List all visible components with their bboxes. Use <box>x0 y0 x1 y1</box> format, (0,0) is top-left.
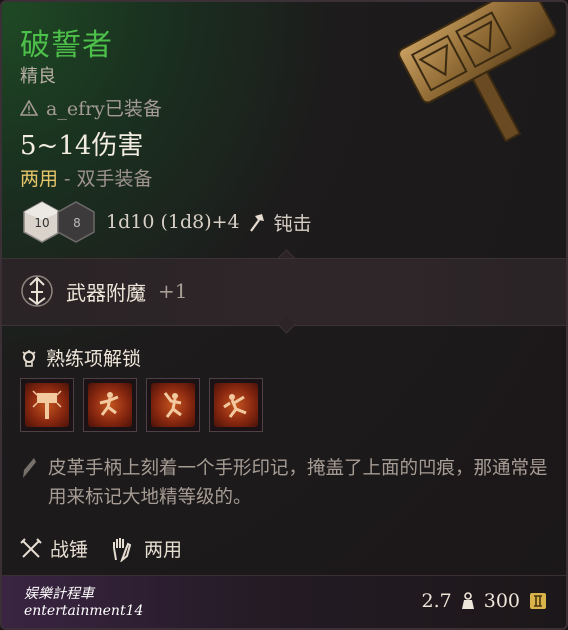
item-traits: 战锤 两用 <box>20 535 182 562</box>
hand-detail: 双手装备 <box>76 168 153 190</box>
proficiency-action-1[interactable] <box>20 378 74 432</box>
item-tooltip: 破誓者 精良 a_efry已装备 5~14伤害 两用 - 双手装备 10 8 1… <box>0 0 568 630</box>
proficiency-action-4[interactable] <box>209 378 263 432</box>
weight-icon <box>461 592 474 609</box>
item-rarity: 精良 <box>20 66 56 87</box>
bludgeoning-icon <box>249 214 264 232</box>
damage-dice-row: 10 8 1d10 (1d8)+4 钝击 <box>20 200 312 244</box>
watermark: 娱樂計程車 entertainment14 <box>24 586 143 620</box>
lacerate-icon <box>223 394 247 418</box>
dice-icon: 10 8 <box>23 201 95 243</box>
weapon-enchantment: 武器附魔 +1 <box>20 274 187 308</box>
description-row: 皮革手柄上刻着一个手形印记，掩盖了上面的凹痕，那通常是用来标记大地精等级的。 <box>20 454 548 512</box>
item-name: 破誓者 <box>20 28 113 63</box>
weapon-type: 战锤 <box>50 539 89 561</box>
hand-separator: - <box>58 168 77 190</box>
item-weight: 2.7 <box>421 590 452 612</box>
warning-icon <box>20 99 38 116</box>
proficiency-header: 熟练项解锁 <box>20 344 141 371</box>
crushing-blow-icon <box>99 392 119 416</box>
watermark-line2: entertainment14 <box>24 603 144 619</box>
damage-type: 钝击 <box>273 212 312 235</box>
topple-icon <box>163 392 182 418</box>
damage-range: 5~14伤害 <box>20 131 144 161</box>
die-d8-label: 8 <box>73 216 81 230</box>
item-footer: 娱樂計程車 entertainment14 2.7 300 <box>2 575 566 628</box>
hand-label: 两用 <box>20 168 59 190</box>
damage-formula: 1d10 (1d8)+4 <box>106 211 240 233</box>
watermark-line1: 娱樂計程車 <box>24 586 94 602</box>
enchantment-icon <box>21 275 53 307</box>
item-description: 皮革手柄上刻着一个手形印记，掩盖了上面的凹痕，那通常是用来标记大地精等级的。 <box>48 458 548 508</box>
enchant-label: 武器附魔 <box>66 280 146 305</box>
die-d10-label: 10 <box>34 216 49 230</box>
proficiency-icon <box>22 349 36 367</box>
warhammer-icon <box>398 2 557 142</box>
proficiency-title: 熟练项解锁 <box>46 348 142 370</box>
hammer-icon <box>32 390 62 419</box>
equipped-by-text: a_efry已装备 <box>46 98 162 120</box>
crossed-weapons-icon <box>20 537 42 558</box>
quill-icon <box>23 458 36 478</box>
proficiency-action-2[interactable] <box>83 378 137 432</box>
equipped-status: a_efry已装备 <box>20 94 162 121</box>
item-value: 300 <box>483 590 520 612</box>
proficiency-actions <box>20 378 263 432</box>
gold-coin-icon <box>530 593 546 609</box>
item-stats: 2.7 300 <box>422 590 548 612</box>
enchant-bonus: +1 <box>158 279 188 303</box>
hand-icon <box>113 537 132 562</box>
handedness: 两用 <box>144 539 183 561</box>
proficiency-action-3[interactable] <box>146 378 200 432</box>
hand-type: 两用 - 双手装备 <box>20 164 153 191</box>
